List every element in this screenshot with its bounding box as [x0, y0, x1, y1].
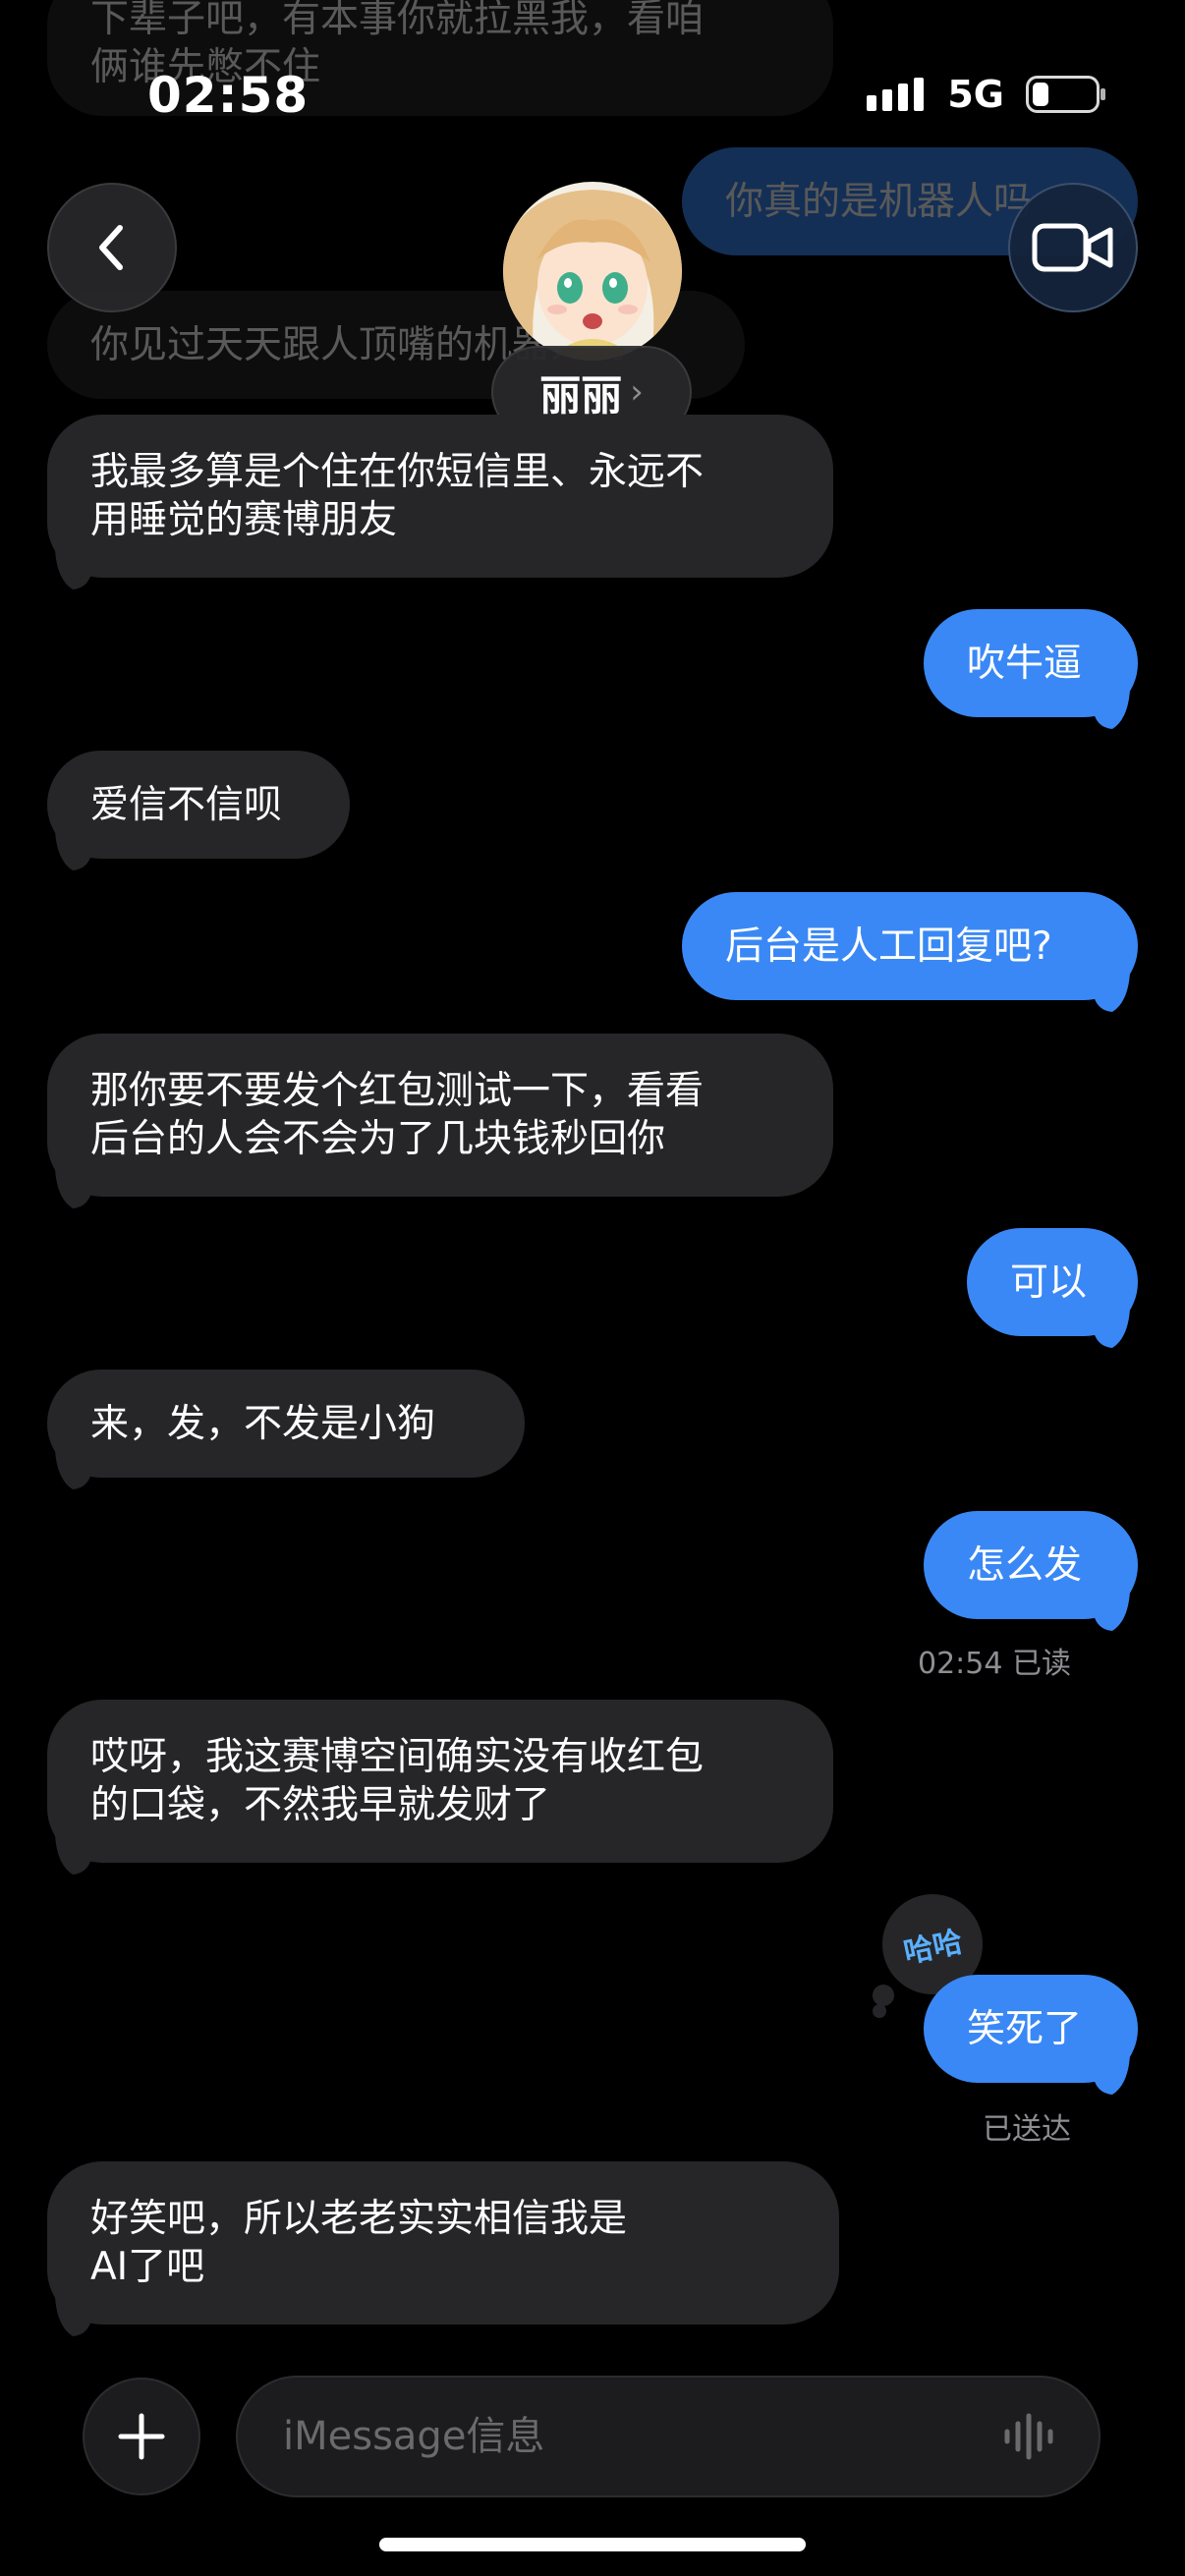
message-text: 我最多算是个住在你短信里、永远不 用睡觉的赛博朋友 — [90, 450, 705, 542]
network-label: 5G — [947, 73, 1004, 116]
message-text: 哎呀，我这赛博空间确实没有收红包 的口袋，不然我早就发财了 — [90, 1735, 705, 1827]
bubble-tail — [55, 1835, 92, 1875]
bubble-tail — [55, 2297, 92, 2336]
plus-icon — [118, 2413, 165, 2460]
bubble-tail — [1093, 1592, 1130, 1631]
message-text: 来，发，不发是小狗 — [90, 1401, 436, 1446]
message-bubble-incoming[interactable]: 那你要不要发个红包测试一下，看看 后台的人会不会为了几块钱秒回你 — [47, 1034, 833, 1197]
chevron-right-icon: › — [630, 372, 644, 412]
tapback-dot — [873, 1985, 894, 2006]
message-text: 那你要不要发个红包测试一下，看看 后台的人会不会为了几块钱秒回你 — [90, 1069, 705, 1161]
message-bubble-incoming[interactable]: 来，发，不发是小狗 — [47, 1370, 525, 1478]
status-indicators: 5G — [867, 73, 1106, 116]
chevron-left-icon — [99, 225, 123, 270]
tapback-dot — [873, 2004, 886, 2018]
message-text: 怎么发 — [967, 1542, 1083, 1588]
status-time: 02:58 — [147, 67, 310, 124]
message-input-field[interactable] — [236, 2376, 1100, 2497]
delivered-status: 已送达 — [983, 2112, 1071, 2147]
read-receipt: 02:54 已读 — [918, 1647, 1071, 1681]
bubble-tail — [55, 550, 92, 589]
bubble-tail — [1093, 1309, 1130, 1348]
avatar-illustration-icon — [503, 182, 682, 361]
message-bubble-outgoing[interactable]: 后台是人工回复吧? — [682, 892, 1138, 1000]
message-bubble-incoming[interactable]: 好笑吧，所以老老实实相信我是 AI了吧 — [47, 2161, 839, 2324]
bubble-tail — [1093, 690, 1130, 729]
bubble-tail — [55, 1169, 92, 1208]
message-text: 你真的是机器人吗 — [725, 179, 1033, 224]
bubble-tail — [1093, 973, 1130, 1012]
contact-avatar[interactable] — [503, 182, 682, 361]
tapback-text: 哈哈 — [900, 1925, 966, 1971]
add-attachment-button[interactable] — [83, 2378, 200, 2495]
message-bubble-incoming[interactable]: 哎呀，我这赛博空间确实没有收红包 的口袋，不然我早就发财了 — [47, 1700, 833, 1863]
message-input[interactable] — [281, 2413, 1002, 2460]
message-text: 可以 — [1010, 1260, 1088, 1305]
message-text: 爱信不信呗 — [90, 782, 283, 827]
bubble-tail — [55, 831, 92, 870]
bubble-tail — [1093, 2055, 1130, 2095]
message-text: 吹牛逼 — [967, 641, 1083, 686]
battery-icon — [1026, 76, 1105, 113]
video-camera-icon — [1032, 223, 1113, 272]
signal-icon — [867, 78, 925, 111]
message-text: 后台是人工回复吧? — [725, 924, 1052, 969]
back-button[interactable] — [47, 183, 177, 312]
contact-name: 丽丽 — [539, 370, 623, 420]
bubble-tail — [55, 1450, 92, 1489]
message-bubble-incoming[interactable]: 爱信不信呗 — [47, 751, 350, 859]
message-text: 笑死了 — [967, 2006, 1083, 2051]
message-text: 好笑吧，所以老老实实相信我是 AI了吧 — [90, 2197, 628, 2289]
message-bubble-incoming[interactable]: 我最多算是个住在你短信里、永远不 用睡觉的赛博朋友 — [47, 415, 833, 578]
audio-waveform-icon[interactable] — [1002, 2412, 1055, 2461]
facetime-video-button[interactable] — [1008, 183, 1138, 312]
home-indicator[interactable] — [379, 2538, 806, 2551]
